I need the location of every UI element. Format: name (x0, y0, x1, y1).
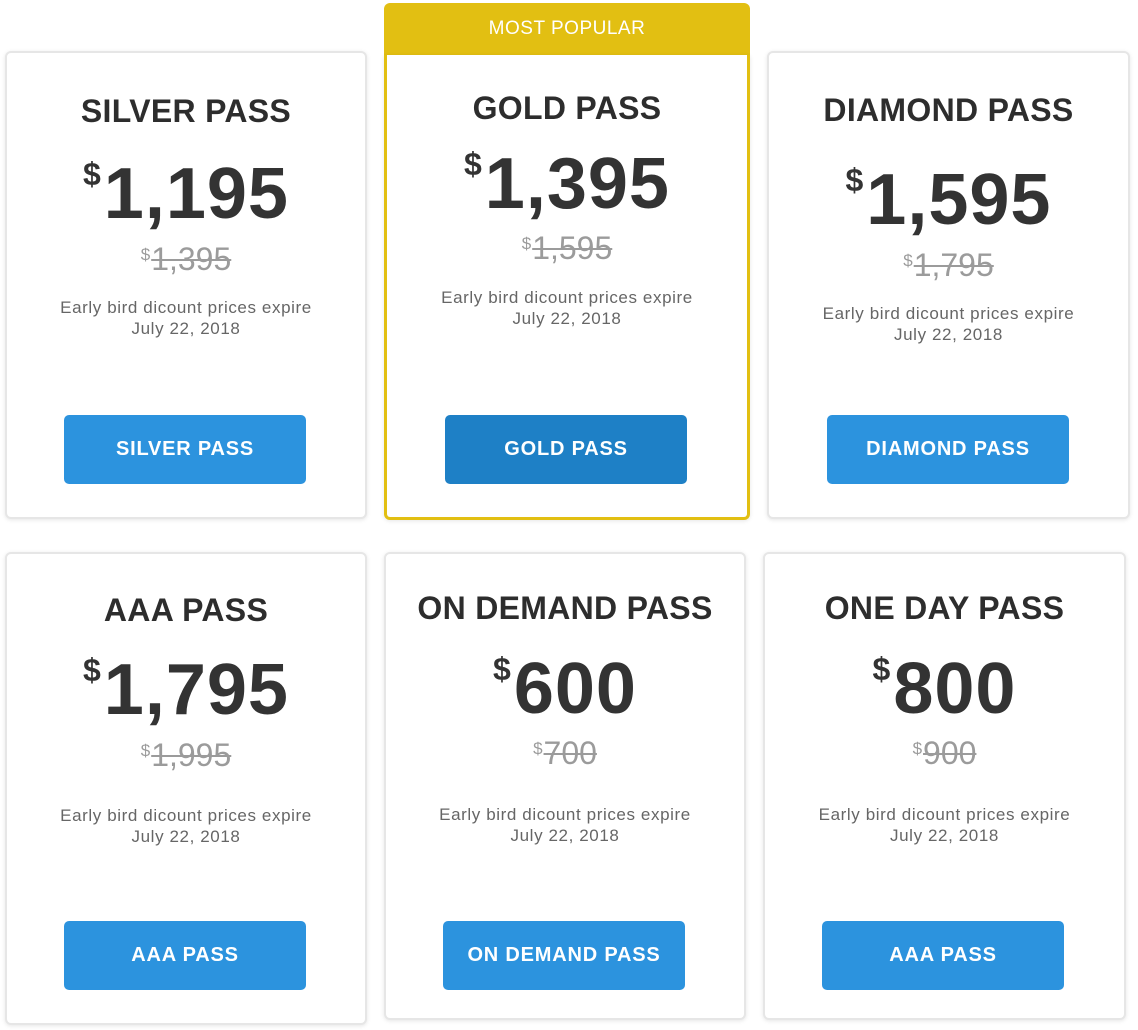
price-amount: 800 (893, 649, 1017, 729)
note-date: July 22, 2018 (131, 827, 241, 846)
price-amount: 1,795 (103, 650, 289, 730)
card-old-price: $900 (765, 737, 1124, 769)
old-price-amount: 900 (923, 735, 977, 771)
card-price: $1,195 (7, 158, 365, 230)
old-price-amount: 1,395 (151, 241, 232, 277)
card-price: $1,395 (387, 148, 747, 220)
card-price: $800 (765, 653, 1124, 725)
note-date: July 22, 2018 (890, 826, 999, 845)
most-popular-ribbon: MOST POPULAR (384, 3, 750, 55)
currency-symbol: $ (464, 146, 483, 182)
aaa-pass-button[interactable]: AAA PASS (64, 921, 306, 990)
currency-symbol: $ (903, 251, 913, 270)
note-line: Early bird dicount prices expire (822, 304, 1075, 323)
note-line: Early bird dicount prices expire (439, 805, 691, 824)
card-note: Early bird dicount prices expire July 22,… (7, 297, 365, 339)
note-date: July 22, 2018 (894, 325, 1003, 344)
currency-symbol: $ (872, 651, 892, 687)
one-day-pass-button[interactable]: AAA PASS (822, 921, 1064, 990)
card-price: $1,795 (7, 654, 365, 726)
old-price-amount: 1,995 (151, 737, 232, 773)
price-amount: 1,395 (484, 144, 670, 224)
diamond-pass-button[interactable]: DIAMOND PASS (827, 415, 1069, 484)
currency-symbol: $ (533, 739, 543, 758)
gold-pass-button[interactable]: GOLD PASS (445, 415, 687, 484)
card-note: Early bird dicount prices expire July 22,… (387, 287, 747, 329)
currency-symbol: $ (845, 162, 865, 198)
card-old-price: $1,595 (387, 232, 747, 264)
card-note: Early bird dicount prices expire July 22,… (765, 804, 1124, 846)
price-amount: 1,595 (866, 160, 1052, 240)
card-title: AAA PASS (103, 592, 269, 628)
card-old-price: $1,795 (769, 249, 1128, 281)
old-price-amount: 700 (543, 735, 597, 771)
currency-symbol: $ (493, 651, 512, 687)
currency-symbol: $ (83, 652, 102, 688)
on-demand-pass-button[interactable]: ON DEMAND PASS (443, 921, 685, 990)
card-price: $600 (386, 653, 744, 725)
pricing-card-silver: SILVER PASS $1,195 $1,395 Early bird dic… (5, 51, 367, 519)
card-title: ON DEMAND PASS (417, 590, 713, 626)
pricing-card-aaa: AAA PASS $1,795 $1,995 Early bird dicoun… (5, 552, 367, 1025)
card-title: DIAMOND PASS (823, 92, 1074, 128)
old-price-amount: 1,795 (913, 247, 994, 283)
currency-symbol: $ (140, 245, 151, 264)
pricing-card-gold: GOLD PASS $1,395 $1,595 Early bird dicou… (384, 55, 750, 520)
currency-symbol: $ (140, 741, 151, 760)
card-old-price: $1,395 (7, 243, 365, 275)
card-note: Early bird dicount prices expire July 22,… (7, 805, 365, 847)
card-old-price: $700 (386, 737, 744, 769)
silver-pass-button[interactable]: SILVER PASS (64, 415, 306, 484)
note-line: Early bird dicount prices expire (60, 298, 312, 317)
pricing-card-one-day: ONE DAY PASS $800 $900 Early bird dicoun… (763, 552, 1126, 1020)
old-price-amount: 1,595 (532, 230, 613, 266)
currency-symbol: $ (912, 739, 923, 758)
currency-symbol: $ (521, 234, 532, 253)
pricing-card-on-demand: ON DEMAND PASS $600 $700 Early bird dico… (384, 552, 746, 1020)
currency-symbol: $ (83, 156, 102, 192)
note-line: Early bird dicount prices expire (60, 806, 312, 825)
note-date: July 22, 2018 (131, 319, 241, 338)
note-line: Early bird dicount prices expire (441, 288, 693, 307)
pricing-card-diamond: DIAMOND PASS $1,595 $1,795 Early bird di… (767, 51, 1130, 519)
card-price: $1,595 (769, 164, 1128, 236)
card-old-price: $1,995 (7, 739, 365, 771)
card-title: GOLD PASS (472, 90, 662, 126)
note-date: July 22, 2018 (512, 309, 622, 328)
card-note: Early bird dicount prices expire July 22,… (769, 303, 1128, 345)
price-amount: 1,195 (103, 154, 289, 234)
card-note: Early bird dicount prices expire July 22,… (386, 804, 744, 846)
card-title: SILVER PASS (80, 93, 292, 129)
card-title: ONE DAY PASS (824, 590, 1065, 626)
price-amount: 600 (513, 649, 637, 729)
note-date: July 22, 2018 (510, 826, 620, 845)
note-line: Early bird dicount prices expire (818, 805, 1071, 824)
